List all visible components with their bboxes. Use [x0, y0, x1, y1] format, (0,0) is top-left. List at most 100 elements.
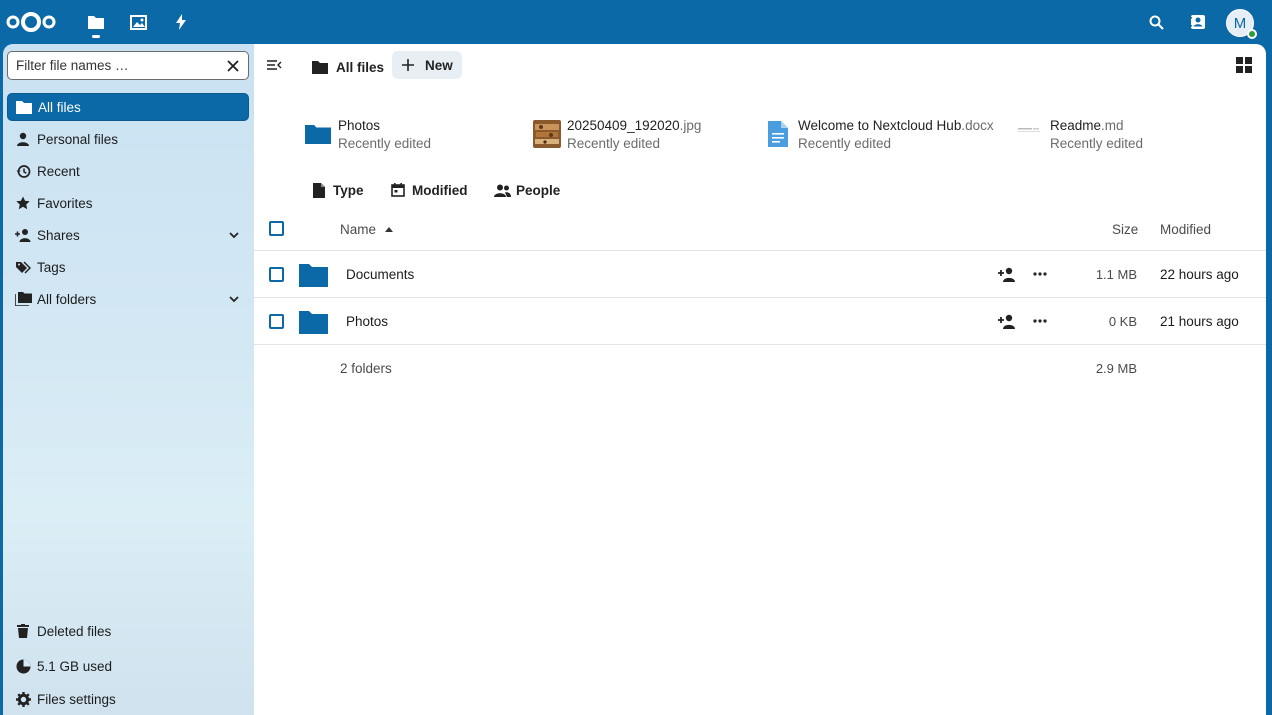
row-checkbox[interactable] — [269, 267, 284, 282]
column-modified-header[interactable]: Modified — [1160, 222, 1211, 237]
toggle-sidebar-icon[interactable] — [266, 57, 282, 73]
folder-icon — [312, 58, 330, 76]
file-name[interactable]: Photos — [346, 314, 388, 329]
file-modified: 21 hours ago — [1160, 314, 1239, 329]
recent-item-subtitle: Recently edited — [567, 135, 661, 151]
top-header: M — [0, 0, 1272, 44]
filter-label: Type — [333, 182, 364, 198]
plus-icon — [402, 58, 416, 72]
new-button-label: New — [425, 57, 453, 73]
table-row[interactable]: Photos 0 KB 21 hours ago — [254, 298, 1266, 345]
sidebar-item-label: Personal files — [37, 131, 119, 147]
file-size: 1.1 MB — [1095, 267, 1137, 282]
storage-used-label: 5.1 GB used — [37, 658, 113, 674]
recent-item-name: Photos — [338, 117, 381, 133]
filter-type-button[interactable]: Type — [310, 180, 364, 200]
star-icon — [14, 194, 32, 212]
sidebar-item-label: Shares — [37, 227, 80, 243]
folder-count-summary: 2 folders — [340, 361, 392, 376]
sidebar-item-personal-files[interactable]: Personal files — [7, 125, 249, 153]
tag-icon — [14, 258, 32, 276]
new-button[interactable]: New — [392, 51, 462, 79]
sidebar-item-label: Favorites — [37, 195, 93, 211]
share-icon[interactable] — [998, 266, 1016, 282]
recent-item[interactable]: Readme.md Recently edited — [1016, 114, 1143, 154]
sort-ascending-icon — [385, 227, 394, 232]
calendar-icon — [389, 181, 407, 199]
filter-file-names-field[interactable] — [7, 51, 249, 80]
chevron-down-icon[interactable] — [227, 292, 241, 306]
recent-item-subtitle: Recently edited — [1050, 135, 1144, 151]
sidebar-item-label: Tags — [37, 259, 66, 275]
sidebar-item-shares[interactable]: Shares — [7, 221, 249, 249]
recent-item[interactable]: 20250409_192020.jpg Recently edited — [533, 114, 701, 154]
recent-item-name: Readme.md — [1050, 117, 1124, 133]
activity-app-icon[interactable] — [171, 12, 191, 32]
recent-item-name: 20250409_192020.jpg — [567, 117, 702, 133]
folder-icon — [299, 264, 328, 287]
column-size-header[interactable]: Size — [1112, 222, 1138, 237]
sidebar-item-label: Deleted files — [37, 623, 112, 639]
folder-icon — [299, 311, 328, 334]
file-modified: 22 hours ago — [1160, 267, 1239, 282]
column-name-label: Name — [340, 222, 377, 237]
folders-icon — [14, 290, 32, 308]
sidebar-item-all-folders[interactable]: All folders — [7, 285, 249, 313]
sidebar-item-label: Files settings — [37, 691, 116, 707]
filter-people-button[interactable]: People — [493, 180, 560, 200]
more-actions-icon[interactable] — [1032, 313, 1048, 329]
folder-icon — [15, 98, 33, 116]
row-checkbox[interactable] — [269, 314, 284, 329]
sidebar-item-files-settings[interactable]: Files settings — [7, 685, 249, 713]
total-size-summary: 2.9 MB — [1095, 361, 1137, 376]
filter-label: Modified — [412, 182, 468, 198]
storage-quota[interactable]: 5.1 GB used — [7, 652, 249, 680]
people-icon — [493, 181, 511, 199]
trash-icon — [14, 622, 32, 640]
gear-icon — [14, 690, 32, 708]
recent-item[interactable]: Welcome to Nextcloud Hub.docx Recently e… — [764, 114, 994, 154]
chevron-down-icon[interactable] — [227, 228, 241, 242]
select-all-checkbox[interactable] — [269, 221, 284, 236]
document-icon — [764, 120, 792, 148]
sidebar-item-label: All files — [38, 99, 81, 115]
sidebar-item-recent[interactable]: Recent — [7, 157, 249, 185]
file-size: 0 KB — [1108, 314, 1137, 329]
recent-item-subtitle: Recently edited — [798, 135, 892, 151]
sidebar-item-all-files[interactable]: All files — [7, 93, 249, 121]
share-icon — [14, 226, 32, 244]
sidebar-item-deleted-files[interactable]: Deleted files — [7, 617, 249, 645]
share-icon[interactable] — [998, 313, 1016, 329]
contacts-icon[interactable] — [1188, 12, 1208, 32]
files-main-content: All files New Photos Recently edited 202… — [254, 44, 1266, 715]
pie-chart-icon — [14, 657, 32, 675]
files-app-icon[interactable] — [86, 12, 106, 38]
person-icon — [14, 130, 32, 148]
recent-item[interactable]: Photos Recently edited — [304, 114, 431, 154]
sidebar-item-label: All folders — [37, 291, 97, 307]
nextcloud-logo[interactable] — [5, 11, 57, 33]
online-status-badge — [1247, 29, 1257, 39]
close-icon[interactable] — [226, 59, 240, 73]
recent-item-name: Welcome to Nextcloud Hub.docx — [798, 117, 994, 133]
folder-icon — [304, 120, 332, 148]
photos-app-icon[interactable] — [128, 12, 148, 32]
files-list-header: Name Size Modified — [254, 212, 1266, 251]
history-icon — [14, 162, 32, 180]
filter-modified-button[interactable]: Modified — [389, 180, 468, 200]
table-row[interactable]: Documents 1.1 MB 22 hours ago — [254, 251, 1266, 298]
sidebar-item-label: Recent — [37, 163, 80, 179]
text-file-thumbnail — [1016, 120, 1044, 148]
breadcrumb-all-files[interactable]: All files — [312, 53, 384, 81]
filter-file-names-input[interactable] — [16, 58, 216, 73]
more-actions-icon[interactable] — [1032, 266, 1048, 282]
recent-item-subtitle: Recently edited — [338, 135, 432, 151]
sidebar-item-tags[interactable]: Tags — [7, 253, 249, 281]
sidebar-item-favorites[interactable]: Favorites — [7, 189, 249, 217]
file-name[interactable]: Documents — [346, 267, 414, 282]
column-name-header[interactable]: Name — [340, 222, 394, 237]
grid-view-icon[interactable] — [1236, 57, 1252, 73]
image-thumbnail — [533, 120, 561, 148]
search-icon[interactable] — [1146, 12, 1166, 32]
breadcrumb-label: All files — [336, 59, 385, 75]
